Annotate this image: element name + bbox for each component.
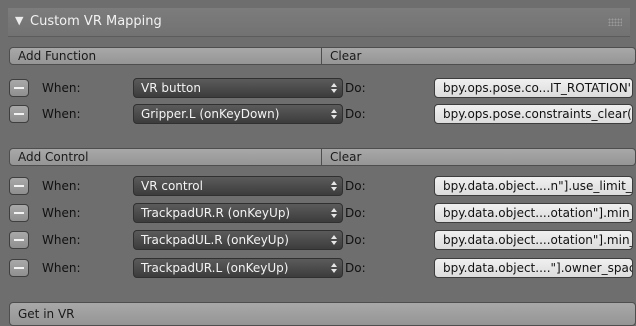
control-row: When: VR control Do: bpy.data.object....…: [0, 174, 636, 198]
remove-row-button[interactable]: [9, 231, 29, 249]
action-field[interactable]: bpy.data.object....otation"].min_x: [434, 230, 633, 250]
remove-row-button[interactable]: [9, 259, 29, 277]
when-label: When:: [42, 233, 81, 247]
trigger-select[interactable]: VR control: [133, 176, 343, 196]
remove-row-button[interactable]: [9, 79, 29, 97]
collapse-triangle-icon[interactable]: ▼: [15, 14, 23, 27]
when-label: When:: [42, 107, 81, 121]
when-label: When:: [42, 206, 81, 220]
up-down-arrows-icon: [331, 208, 337, 218]
add-function-button[interactable]: Add Function: [9, 47, 322, 65]
do-label: Do:: [345, 233, 366, 247]
action-field[interactable]: bpy.data.object....otation"].min_x: [434, 203, 633, 223]
when-label: When:: [42, 261, 81, 275]
do-label: Do:: [345, 81, 366, 95]
trigger-select-value: VR button: [141, 81, 201, 95]
panel-header[interactable]: ▼ Custom VR Mapping: [8, 8, 630, 37]
control-row: When: TrackpadUL.R (onKeyUp) Do: bpy.dat…: [0, 228, 636, 252]
function-row: When: VR button Do: bpy.ops.pose.co...IT…: [0, 76, 636, 100]
trigger-select[interactable]: TrackpadUL.R (onKeyUp): [133, 230, 343, 250]
up-down-arrows-icon: [331, 235, 337, 245]
control-row: When: TrackpadUR.R (onKeyUp) Do: bpy.dat…: [0, 201, 636, 225]
trigger-select[interactable]: Gripper.L (onKeyDown): [133, 104, 343, 124]
remove-row-button[interactable]: [9, 177, 29, 195]
trigger-select-value: TrackpadUR.L (onKeyUp): [141, 261, 289, 275]
trigger-select[interactable]: VR button: [133, 78, 343, 98]
when-label: When:: [42, 179, 81, 193]
panel-title: Custom VR Mapping: [30, 14, 162, 29]
trigger-select[interactable]: TrackpadUR.L (onKeyUp): [133, 258, 343, 278]
when-label: When:: [42, 81, 81, 95]
up-down-arrows-icon: [331, 109, 337, 119]
function-row: When: Gripper.L (onKeyDown) Do: bpy.ops.…: [0, 102, 636, 126]
trigger-select-value: TrackpadUL.R (onKeyUp): [141, 233, 289, 247]
up-down-arrows-icon: [331, 263, 337, 273]
control-row: When: TrackpadUR.L (onKeyUp) Do: bpy.dat…: [0, 256, 636, 280]
action-field[interactable]: bpy.data.object...."].owner_space: [434, 258, 633, 278]
action-field[interactable]: bpy.ops.pose.constraints_clear(): [434, 104, 633, 124]
remove-row-button[interactable]: [9, 105, 29, 123]
action-field[interactable]: bpy.data.object....n"].use_limit_x: [434, 176, 633, 196]
do-label: Do:: [345, 206, 366, 220]
action-field[interactable]: bpy.ops.pose.co...IT_ROTATION'): [434, 78, 633, 98]
add-control-button[interactable]: Add Control: [9, 148, 322, 166]
do-label: Do:: [345, 107, 366, 121]
trigger-select-value: VR control: [141, 179, 203, 193]
up-down-arrows-icon: [331, 181, 337, 191]
clear-controls-button[interactable]: Clear: [322, 148, 636, 166]
clear-functions-button[interactable]: Clear: [322, 47, 636, 65]
remove-row-button[interactable]: [9, 204, 29, 222]
drag-grip-icon[interactable]: [608, 18, 622, 26]
do-label: Do:: [345, 261, 366, 275]
up-down-arrows-icon: [331, 83, 337, 93]
get-in-vr-button[interactable]: Get in VR: [9, 302, 636, 326]
trigger-select-value: Gripper.L (onKeyDown): [141, 107, 280, 121]
trigger-select-value: TrackpadUR.R (onKeyUp): [141, 206, 291, 220]
trigger-select[interactable]: TrackpadUR.R (onKeyUp): [133, 203, 343, 223]
do-label: Do:: [345, 179, 366, 193]
